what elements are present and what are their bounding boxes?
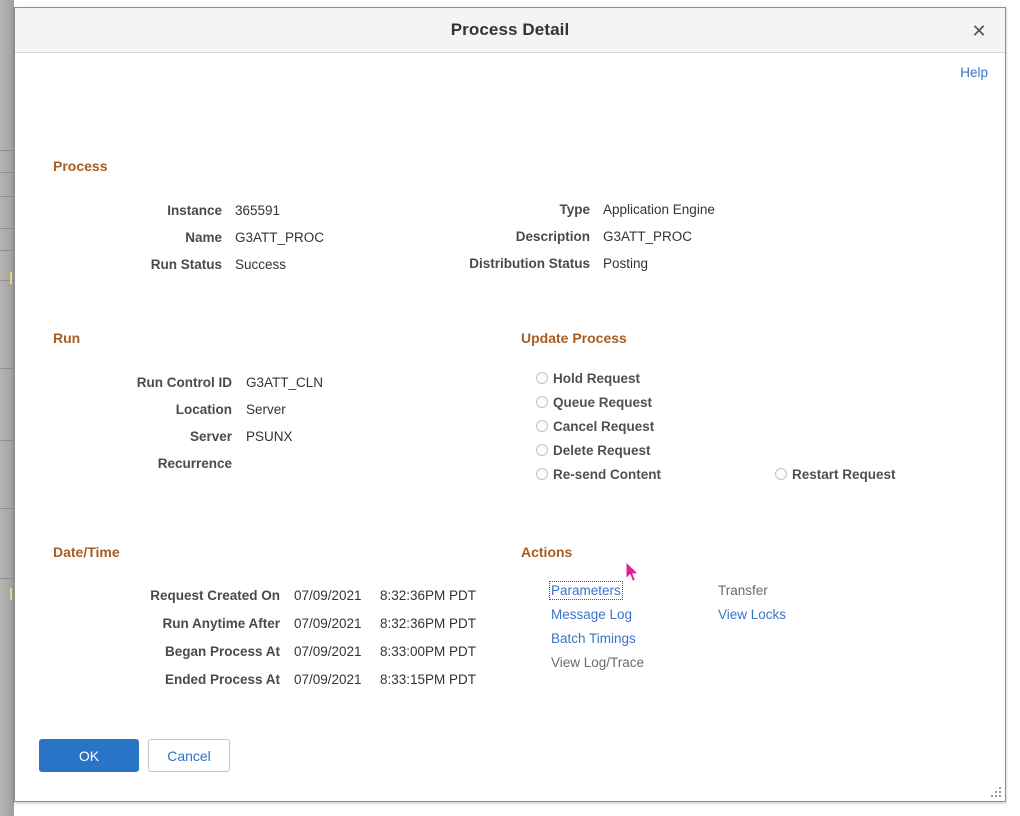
section-heading-datetime: Date/Time (53, 544, 120, 560)
field-location: Location (16, 402, 232, 429)
field-value: Application Engine (603, 202, 715, 217)
field-run-status: Run Status (16, 257, 222, 284)
radio-hold-request[interactable]: Hold Request (536, 366, 640, 390)
field-label: Began Process At (164, 644, 280, 659)
date-value: 07/09/2021 (294, 588, 362, 603)
field-name: Name (16, 230, 222, 257)
action-link-transfer: Transfer (718, 583, 768, 598)
process-detail-modal: Process Detail ✕ Help Process Instance 3… (14, 7, 1006, 802)
radio-label: Cancel Request (553, 418, 655, 434)
date-value: 07/09/2021 (294, 672, 362, 687)
background-marker (10, 588, 12, 600)
field-value: Server (246, 402, 286, 417)
radio-icon (536, 396, 548, 408)
field-value: G3ATT_PROC (603, 229, 693, 244)
field-label: Run Status (150, 257, 222, 272)
field-value: 07/09/2021 8:32:36PM PDT (294, 616, 476, 631)
field-label: Description (515, 229, 590, 244)
background-page-rail (0, 0, 14, 816)
section-heading-run: Run (53, 330, 81, 346)
radio-queue-request[interactable]: Queue Request (536, 390, 652, 414)
field-recurrence: Recurrence (16, 456, 232, 483)
radio-icon (536, 420, 548, 432)
time-value: 8:32:36PM PDT (380, 616, 477, 631)
radio-icon (775, 468, 787, 480)
section-heading-process: Process (53, 158, 108, 174)
field-value: 07/09/2021 8:33:15PM PDT (294, 672, 476, 687)
field-run-control-id: Run Control ID (16, 375, 232, 402)
radio-label: Delete Request (553, 442, 651, 458)
field-value: G3ATT_CLN (246, 375, 324, 390)
date-value: 07/09/2021 (294, 616, 362, 631)
field-label: Recurrence (157, 456, 232, 471)
modal-title-bar: Process Detail ✕ (15, 8, 1005, 53)
action-link-message-log[interactable]: Message Log (551, 607, 632, 622)
field-label: Server (189, 429, 232, 444)
field-distribution-status: Distribution Status (335, 256, 590, 283)
resize-handle[interactable] (987, 783, 1001, 797)
field-ended-process-at: Ended Process At (16, 672, 280, 699)
field-label: Type (559, 202, 590, 217)
field-value: PSUNX (246, 429, 293, 444)
field-instance: Instance (16, 203, 222, 230)
page-title: Process Detail (450, 20, 570, 39)
radio-label: Re-send Content (553, 466, 661, 482)
field-label: Run Control ID (136, 375, 232, 390)
radio-restart-request[interactable]: Restart Request (775, 462, 896, 486)
field-value: Posting (603, 256, 649, 271)
date-value: 07/09/2021 (294, 644, 362, 659)
ok-button[interactable]: OK (39, 739, 139, 772)
time-value: 8:33:00PM PDT (380, 644, 477, 659)
field-began-process-at: Began Process At (16, 644, 280, 671)
field-label: Distribution Status (469, 256, 590, 271)
field-value: 07/09/2021 8:32:36PM PDT (294, 588, 476, 603)
action-link-view-locks[interactable]: View Locks (718, 607, 786, 622)
field-label: Location (175, 402, 232, 417)
cancel-button[interactable]: Cancel (148, 739, 230, 772)
time-value: 8:32:36PM PDT (380, 588, 477, 603)
field-label: Name (185, 230, 222, 245)
time-value: 8:33:15PM PDT (380, 672, 477, 687)
field-label: Run Anytime After (162, 616, 280, 631)
field-type: Type (335, 202, 590, 229)
field-label: Ended Process At (164, 672, 280, 687)
radio-delete-request[interactable]: Delete Request (536, 438, 651, 462)
field-label: Request Created On (150, 588, 280, 603)
field-value: 365591 (235, 203, 281, 218)
radio-icon (536, 444, 548, 456)
section-heading-actions: Actions (521, 544, 573, 560)
field-value: Success (235, 257, 287, 272)
close-icon[interactable]: ✕ (967, 19, 991, 43)
field-run-anytime-after: Run Anytime After (16, 616, 280, 643)
field-label: Instance (167, 203, 222, 218)
action-link-parameters[interactable]: Parameters (549, 581, 623, 600)
field-description: Description (335, 229, 590, 256)
modal-body: Help Process Instance 365591 Name G3ATT_… (15, 53, 1005, 801)
action-link-view-log-trace: View Log/Trace (551, 655, 645, 670)
background-marker (10, 272, 12, 284)
help-link[interactable]: Help (960, 65, 988, 80)
field-value: 07/09/2021 8:33:00PM PDT (294, 644, 476, 659)
radio-re-send-content[interactable]: Re-send Content (536, 462, 661, 486)
section-heading-update-process: Update Process (521, 330, 627, 346)
radio-cancel-request[interactable]: Cancel Request (536, 414, 654, 438)
radio-icon (536, 468, 548, 480)
field-value: G3ATT_PROC (235, 230, 325, 245)
field-server: Server (16, 429, 232, 456)
radio-label: Hold Request (553, 370, 641, 386)
radio-label: Restart Request (792, 466, 896, 482)
action-link-batch-timings[interactable]: Batch Timings (551, 631, 636, 646)
radio-icon (536, 372, 548, 384)
field-request-created-on: Request Created On (16, 588, 280, 615)
radio-label: Queue Request (553, 394, 653, 410)
